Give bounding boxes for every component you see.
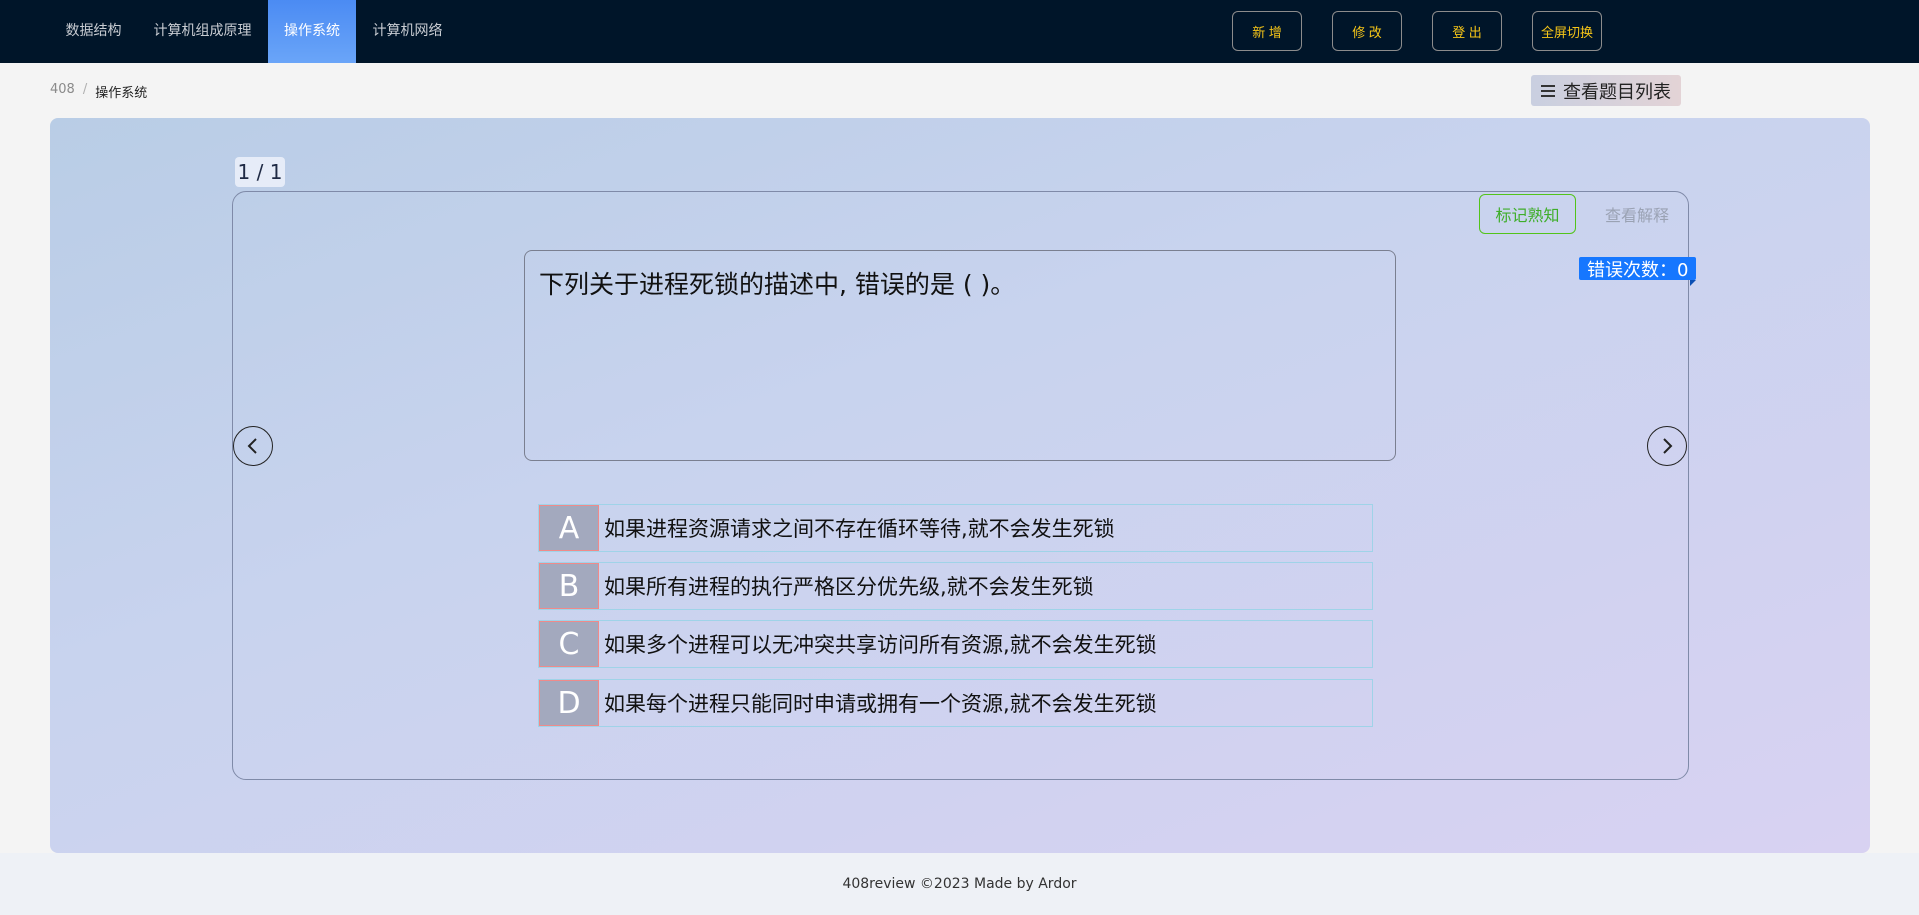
question-text: 下列关于进程死锁的描述中, 错误的是 ( )。: [539, 270, 1016, 299]
tab-computer-organization[interactable]: 计算机组成原理: [141, 0, 264, 63]
footer: 408review ©2023 Made by Ardor: [0, 853, 1919, 915]
tab-computer-network[interactable]: 计算机网络: [360, 0, 455, 63]
edit-button[interactable]: 修 改: [1332, 11, 1402, 51]
option-b[interactable]: B 如果所有进程的执行严格区分优先级,就不会发生死锁: [538, 562, 1373, 610]
option-text: 如果多个进程可以无冲突共享访问所有资源,就不会发生死锁: [604, 633, 1157, 657]
footer-text: 408review ©2023 Made by Ardor: [842, 876, 1077, 892]
tab-operating-system[interactable]: 操作系统: [268, 0, 356, 63]
option-letter: C: [539, 621, 599, 667]
question-counter: 1 / 1: [235, 157, 285, 187]
option-text: 如果所有进程的执行严格区分优先级,就不会发生死锁: [604, 575, 1094, 599]
mark-known-button[interactable]: 标记熟知: [1479, 194, 1576, 234]
breadcrumb: 408 / 操作系统: [50, 82, 147, 101]
option-letter: A: [539, 505, 599, 551]
option-text: 如果进程资源请求之间不存在循环等待,就不会发生死锁: [604, 517, 1115, 541]
view-question-list-button[interactable]: 查看题目列表: [1531, 75, 1681, 106]
breadcrumb-current: 操作系统: [95, 86, 148, 101]
breadcrumb-root[interactable]: 408: [50, 82, 75, 101]
next-question-button[interactable]: [1647, 426, 1687, 466]
view-explanation-button[interactable]: 查看解释: [1597, 194, 1677, 234]
option-letter: B: [539, 563, 599, 609]
option-c[interactable]: C 如果多个进程可以无冲突共享访问所有资源,就不会发生死锁: [538, 620, 1373, 668]
tab-data-structure[interactable]: 数据结构: [50, 0, 137, 63]
option-letter: D: [539, 680, 599, 726]
chevron-right-icon: [1663, 438, 1673, 454]
question-text-box: 下列关于进程死锁的描述中, 错误的是 ( )。: [524, 250, 1396, 461]
fullscreen-toggle-button[interactable]: 全屏切换: [1532, 11, 1602, 51]
chevron-left-icon: [247, 438, 257, 454]
list-icon: [1541, 84, 1555, 97]
option-d[interactable]: D 如果每个进程只能同时申请或拥有一个资源,就不会发生死锁: [538, 679, 1373, 727]
prev-question-button[interactable]: [233, 426, 273, 466]
logout-button[interactable]: 登 出: [1432, 11, 1502, 51]
breadcrumb-separator: /: [82, 82, 88, 97]
top-navbar: 数据结构 计算机组成原理 操作系统 计算机网络 新 增 修 改 登 出 全屏切换: [0, 0, 1919, 63]
view-question-list-label: 查看题目列表: [1563, 81, 1671, 103]
option-text: 如果每个进程只能同时申请或拥有一个资源,就不会发生死锁: [604, 692, 1157, 716]
option-a[interactable]: A 如果进程资源请求之间不存在循环等待,就不会发生死锁: [538, 504, 1373, 552]
error-count-badge: 错误次数：0: [1579, 257, 1697, 286]
add-button[interactable]: 新 增: [1232, 11, 1302, 51]
